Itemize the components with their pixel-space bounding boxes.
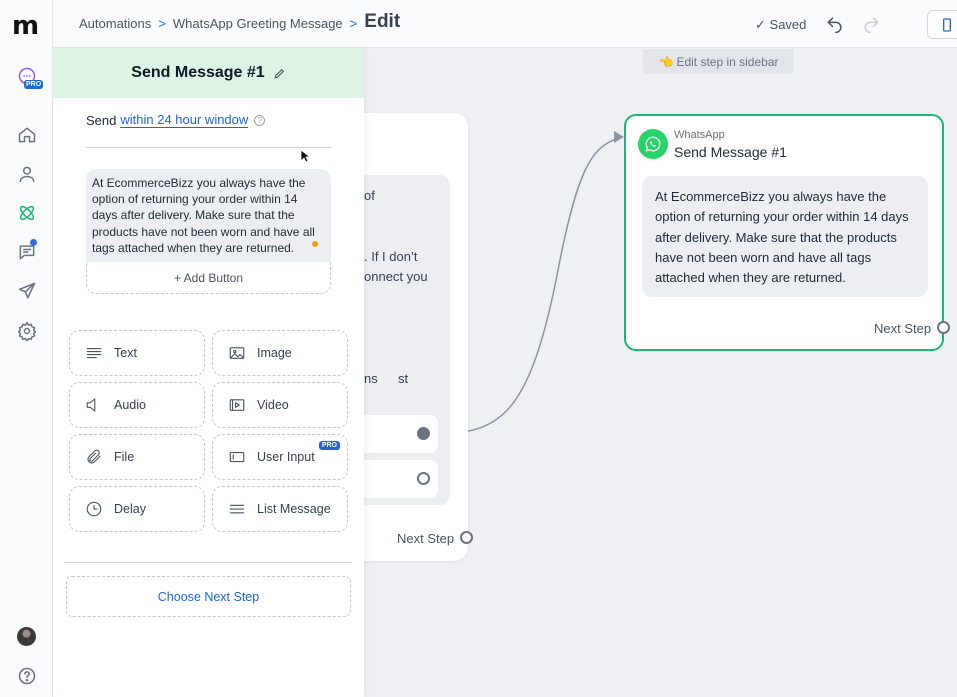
step-title: Send Message #1 (674, 144, 787, 160)
help-icon[interactable] (15, 664, 39, 688)
previous-next-step-label: Next Step (397, 531, 455, 546)
message-editor[interactable]: At EcommerceBizz you always have the opt… (86, 169, 331, 262)
settings-icon[interactable] (15, 319, 39, 343)
breadcrumb: Automations > WhatsApp Greeting Message … (79, 11, 401, 33)
text-lines-icon (86, 347, 102, 359)
video-icon (229, 399, 245, 411)
sidebar-header: Send Message #1 (53, 48, 364, 98)
divider (65, 562, 351, 563)
undo-button[interactable] (825, 14, 845, 34)
choose-next-step-button[interactable]: Choose Next Step (66, 576, 351, 617)
left-rail: m PRO (0, 0, 53, 697)
image-icon (229, 347, 245, 359)
speaker-icon (86, 398, 96, 412)
phone-icon (943, 17, 951, 32)
check-icon: ✓ (755, 17, 766, 32)
pro-badge: PRO (318, 441, 340, 450)
previous-text-fragment: st (398, 371, 409, 386)
option-port-connected[interactable] (417, 427, 430, 440)
input-box-icon (229, 451, 245, 463)
add-audio-tile[interactable]: Audio (69, 382, 205, 428)
automation-icon[interactable] (15, 201, 39, 225)
next-step-port[interactable] (937, 321, 950, 334)
pro-badge: PRO (24, 80, 44, 89)
whatsapp-icon (638, 129, 668, 159)
edit-hint: 👈 Edit step in sidebar (643, 49, 794, 74)
send-window-link[interactable]: within 24 hour window (120, 112, 249, 128)
app-logo[interactable]: m (12, 11, 39, 41)
page-title: Edit (364, 11, 401, 32)
previous-text-fragment: . If I don’t (364, 249, 418, 264)
home-icon[interactable] (15, 123, 39, 147)
redo-icon (864, 17, 879, 34)
breadcrumb-separator: > (349, 16, 358, 31)
step-editor-sidebar: Send Message #1 Send within 24 hour wind… (53, 48, 364, 697)
paperclip-icon (87, 449, 101, 464)
breadcrumb-flow-name[interactable]: WhatsApp Greeting Message (173, 16, 343, 31)
channel-label: WhatsApp (674, 129, 725, 141)
undo-icon (827, 17, 842, 34)
previous-text-fragment: onnect you (364, 269, 428, 284)
add-image-tile[interactable]: Image (212, 330, 348, 376)
unsaved-indicator-dot (312, 241, 318, 247)
add-text-tile[interactable]: Text (69, 330, 205, 376)
add-file-tile[interactable]: File (69, 434, 205, 480)
breadcrumb-separator: > (158, 16, 166, 31)
notification-dot (30, 239, 37, 246)
mobile-preview-button[interactable] (927, 10, 957, 39)
list-icon (229, 504, 245, 514)
whatsapp-step-card[interactable]: WhatsApp Send Message #1 At EcommerceBiz… (624, 114, 944, 351)
help-icon[interactable]: ? (254, 114, 266, 126)
clock-icon (86, 501, 102, 517)
add-list-message-tile[interactable]: List Message (212, 486, 348, 532)
message-preview: At EcommerceBizz you always have the opt… (642, 176, 928, 297)
send-icon[interactable] (15, 279, 39, 303)
user-icon[interactable] (15, 162, 39, 186)
next-step-port[interactable] (460, 531, 473, 544)
previous-text-fragment: ns (364, 371, 378, 386)
previous-text-fragment: of (364, 188, 375, 203)
pointing-hand-icon: 👈 (658, 54, 674, 69)
add-delay-tile[interactable]: Delay (69, 486, 205, 532)
divider (86, 147, 331, 148)
breadcrumb-automations[interactable]: Automations (79, 16, 151, 31)
add-button-button[interactable]: + Add Button (86, 262, 331, 294)
add-user-input-tile[interactable]: User Input PRO (212, 434, 348, 480)
send-window-row: Send within 24 hour window ? (86, 112, 266, 128)
option-port[interactable] (417, 472, 430, 485)
pencil-icon[interactable] (273, 67, 286, 80)
add-video-tile[interactable]: Video (212, 382, 348, 428)
top-bar: Automations > WhatsApp Greeting Message … (53, 0, 957, 48)
redo-button[interactable] (861, 14, 881, 34)
next-step-label: Next Step (874, 321, 932, 336)
avatar[interactable] (17, 627, 36, 646)
mouse-cursor-icon (300, 149, 310, 163)
sidebar-title[interactable]: Send Message #1 (131, 64, 264, 82)
saved-status: ✓ Saved (755, 17, 807, 32)
